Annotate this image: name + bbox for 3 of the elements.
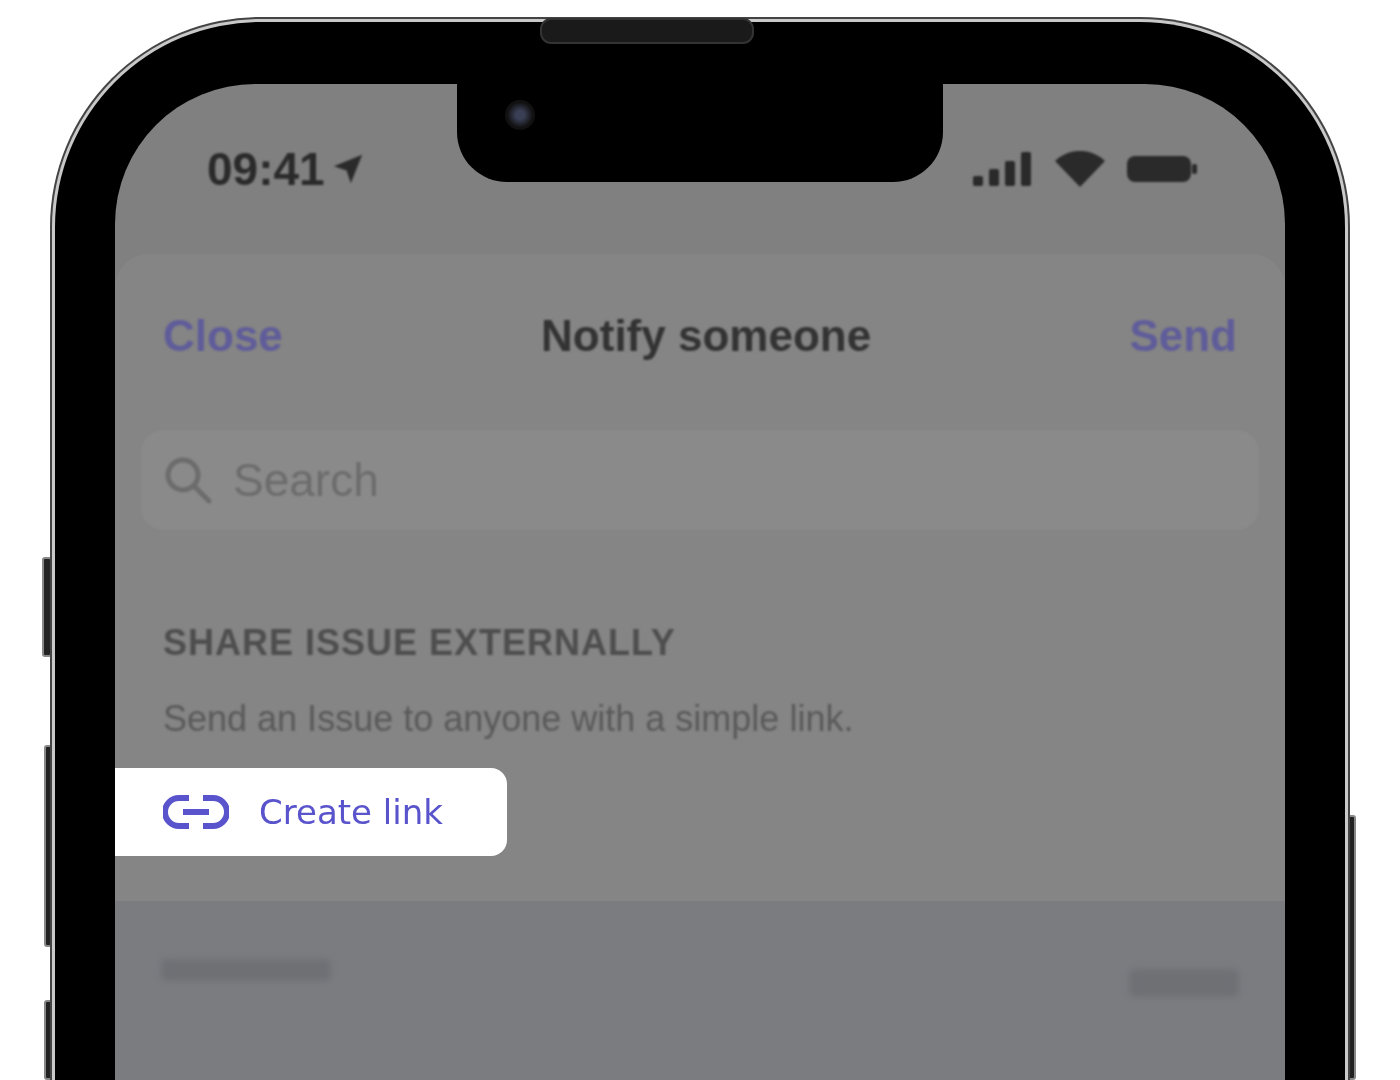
sheet-title: Notify someone	[541, 311, 872, 361]
create-link-button[interactable]: Create link	[115, 768, 507, 856]
status-time: 09:41	[207, 142, 325, 196]
